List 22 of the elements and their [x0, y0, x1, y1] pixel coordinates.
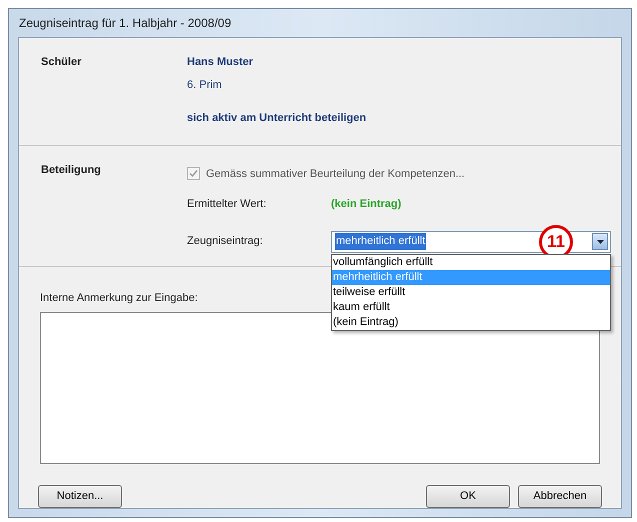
dialog-button[interactable]: OK: [426, 485, 510, 508]
dropdown-option[interactable]: (kein Eintrag): [332, 314, 610, 330]
checkbox-label: Gemäss summativer Beurteilung der Kompetenzen...: [206, 166, 465, 182]
dialog-button[interactable]: Abbrechen: [518, 485, 602, 508]
student-name: Hans Muster: [187, 54, 254, 70]
dropdown-button[interactable]: [592, 233, 608, 250]
combo-value: mehrheitlich erfüllt: [335, 233, 426, 250]
field-label: Zeugniseintrag:: [187, 234, 264, 250]
determined-value: (kein Eintrag): [331, 197, 402, 212]
caret-down-icon: [596, 240, 604, 244]
section-label: Beteiligung: [41, 164, 101, 176]
dropdown-option[interactable]: kaum erfüllt: [332, 300, 610, 314]
checkmark-icon: [189, 169, 198, 178]
section-label: Schüler: [41, 56, 82, 68]
note-field[interactable]: [40, 312, 600, 464]
field-label: Ermittelter Wert:: [187, 197, 268, 212]
notes-button[interactable]: Notizen...: [38, 485, 122, 508]
dropdown-option[interactable]: teilweise erfüllt: [332, 284, 610, 300]
window-title: Zeugniseintrag für 1. Halbjahr - 2008/09: [19, 14, 232, 32]
goal-text: sich aktiv am Unterricht beteiligen: [187, 110, 366, 126]
note-label: Interne Anmerkung zur Eingabe:: [40, 290, 198, 306]
student-class: 6. Prim: [187, 78, 223, 93]
